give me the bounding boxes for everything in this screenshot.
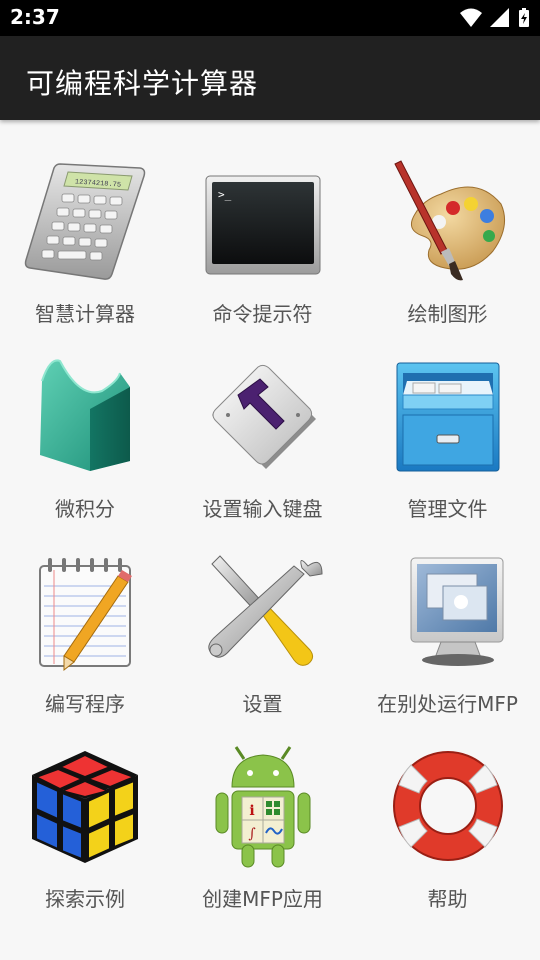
menu-item-label: 设置输入键盘 [202,497,323,521]
menu-item-label: 绘制图形 [407,302,488,326]
svg-text:>_: >_ [218,188,232,201]
menu-item-settings[interactable]: 设置 [170,532,355,727]
menu-item-label: 智慧计算器 [35,302,135,326]
status-bar: 2:37 [0,0,540,36]
file-cabinet-icon [396,362,499,472]
wifi-icon [460,8,482,27]
battery-icon [519,8,529,27]
terminal-icon: >_ [205,175,320,275]
menu-item-label: 设置 [242,692,283,716]
keyboard-hammer-icon [211,364,316,469]
menu-item-label: 编写程序 [45,692,125,716]
menu-item-keyboard-settings[interactable]: 设置输入键盘 [170,337,355,532]
status-time: 2:37 [10,5,60,29]
menu-item-command-prompt[interactable]: >_ 命令提示符 [170,142,355,337]
menu-item-explore-examples[interactable]: 探索示例 [0,727,170,922]
rubik-cube-icon [32,751,138,863]
signal-icon [490,8,509,27]
app-title: 可编程科学计算器 [26,67,259,100]
menu-item-manage-files[interactable]: 管理文件 [355,337,540,532]
menu-grid: 12374218.75 智慧计算器 >_ 命令提示符 绘制图形 微积分 设置输入… [0,142,540,922]
menu-item-label: 创建MFP应用 [202,887,323,911]
menu-item-label: 命令提示符 [212,302,313,326]
menu-item-draw-graph[interactable]: 绘制图形 [355,142,540,337]
menu-item-calculus[interactable]: 微积分 [0,337,170,532]
menu-item-label: 微积分 [55,497,115,521]
status-icons [460,8,530,28]
calculus-shape-icon [40,359,130,471]
menu-item-help[interactable]: 帮助 [355,727,540,922]
notepad-pencil-icon [39,558,132,672]
menu-item-label: 管理文件 [407,497,488,521]
menu-item-label: 探索示例 [45,887,125,911]
menu-item-label: 帮助 [427,887,468,911]
app-bar: 可编程科学计算器 [0,36,540,120]
wrench-screwdriver-icon [207,555,323,666]
monitor-icon [410,557,503,666]
svg-text:∫: ∫ [248,826,255,842]
calculator-icon: 12374218.75 [24,163,146,280]
svg-text:i: i [249,803,254,819]
menu-item-label: 在别处运行MFP [377,692,518,716]
menu-item-run-mfp-elsewhere[interactable]: 在别处运行MFP [355,532,540,727]
menu-item-smart-calculator[interactable]: 12374218.75 智慧计算器 [0,142,170,337]
menu-item-write-program[interactable]: 编写程序 [0,532,170,727]
android-app-icon: i ∫ [215,746,310,868]
palette-icon [393,160,505,281]
menu-item-create-mfp-app[interactable]: i ∫ 创建MFP应用 [170,727,355,922]
lifebuoy-icon [392,751,503,861]
